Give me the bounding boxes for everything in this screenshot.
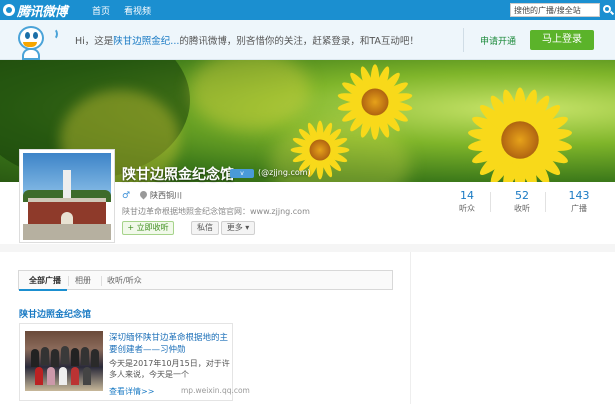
verified-badge-icon: v: [230, 169, 254, 178]
location-pin-icon: [140, 191, 147, 200]
fans-count: 14: [460, 189, 474, 202]
divider: [545, 192, 546, 212]
divider: [101, 276, 102, 286]
search-input[interactable]: 搜他的广播/搜全站: [510, 3, 600, 17]
nav-video-link[interactable]: 看视频: [124, 4, 151, 17]
profile-bio: 陕甘边革命根据地照金纪念馆官网：www.zjjng.com: [122, 207, 310, 216]
top-nav: 腾讯微博 首页 看视频 搜他的广播/搜全站: [0, 0, 615, 20]
profile-handle: (@zjjng.com): [258, 168, 311, 177]
following-label: 收听: [514, 204, 530, 213]
tencent-weibo-logo[interactable]: 腾讯微博: [3, 2, 68, 20]
apply-account-link[interactable]: 申请开通: [480, 34, 516, 47]
article-thumbnail[interactable]: [25, 331, 103, 391]
mascot-icon: [10, 22, 60, 60]
invite-username-link[interactable]: 陕甘边照金纪...: [113, 36, 179, 47]
login-invite-bar: Hi，这是陕甘边照金纪...的腾讯微博，别吝惜你的关注，赶紧登录，和TA互动吧！…: [0, 20, 615, 60]
profile-name: 陕甘边照金纪念馆: [122, 167, 234, 183]
flower-center: [309, 139, 331, 161]
search-icon[interactable]: [602, 3, 615, 17]
nav-home-link[interactable]: 首页: [92, 4, 110, 17]
flower-center: [361, 88, 389, 116]
tab-album[interactable]: 相册: [75, 275, 91, 286]
invite-text-before: Hi，这是: [75, 36, 114, 47]
view-details-link[interactable]: 查看详情>>: [109, 386, 154, 397]
tab-all-posts[interactable]: 全部广播: [29, 275, 61, 286]
divider: [463, 28, 464, 52]
posts-label: 广播: [571, 204, 587, 213]
divider: [490, 192, 491, 212]
private-message-button[interactable]: 私信: [191, 221, 219, 235]
article-source: mp.weixin.qq.com: [181, 386, 250, 395]
flower-center: [501, 121, 539, 159]
stat-fans[interactable]: 14 听众: [447, 189, 487, 214]
profile-location: 陕西铜川: [150, 191, 182, 200]
article-description: 今天是2017年10月15日，对于许多人来说，今天是一个: [109, 359, 230, 379]
more-dropdown-button[interactable]: 更多 ▾: [221, 221, 255, 235]
article-title-link[interactable]: 深切缅怀陕甘边革命根据地的主要创建者——习仲勋: [109, 332, 233, 356]
follow-button[interactable]: + 立即收听: [122, 221, 174, 235]
fans-label: 听众: [459, 204, 475, 213]
post-author-link[interactable]: 陕甘边照金纪念馆: [19, 307, 91, 320]
tab-following-fans[interactable]: 收听/听众: [107, 275, 142, 286]
stat-posts[interactable]: 143 广播: [559, 189, 599, 214]
invite-text-after: 的腾讯微博，别吝惜你的关注，赶紧登录，和TA互动吧！: [179, 36, 419, 47]
sidebar-panel: [410, 252, 615, 404]
male-gender-icon: ♂: [122, 191, 131, 201]
posts-count: 143: [568, 189, 590, 202]
divider: [68, 276, 69, 286]
login-button[interactable]: 马上登录: [530, 30, 594, 50]
weibo-eye-icon: [3, 4, 15, 16]
following-count: 52: [515, 189, 529, 202]
active-tab-indicator: [19, 289, 67, 291]
stat-following[interactable]: 52 收听: [502, 189, 542, 214]
invite-message: Hi，这是陕甘边照金纪...的腾讯微博，别吝惜你的关注，赶紧登录，和TA互动吧！: [75, 33, 419, 47]
profile-avatar[interactable]: [19, 149, 115, 243]
timeline-tabs: 全部广播 相册 收听/听众: [18, 270, 393, 291]
logo-text: 腾讯微博: [17, 4, 68, 20]
